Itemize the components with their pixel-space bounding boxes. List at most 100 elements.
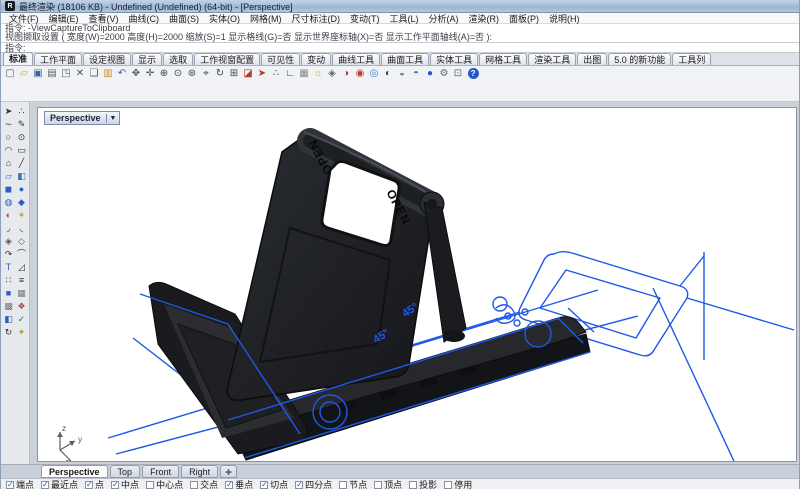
undo-icon[interactable]: ↶ bbox=[116, 67, 129, 80]
menu-item[interactable]: 网格(M) bbox=[245, 12, 287, 25]
group-icon[interactable]: ∷ bbox=[2, 273, 15, 286]
solid-tools-icon[interactable]: ◆ bbox=[15, 195, 28, 208]
osnap-toggle[interactable]: 中心点 bbox=[146, 478, 183, 489]
osnap-toggle[interactable]: 节点 bbox=[339, 478, 367, 489]
shaded-view-icon[interactable]: ◐ bbox=[382, 67, 395, 80]
delete-icon[interactable]: ✕ bbox=[74, 67, 87, 80]
menu-item[interactable]: 工具(L) bbox=[385, 12, 424, 25]
toolbar-tab[interactable]: 实体工具 bbox=[430, 53, 478, 65]
toolbar-tab[interactable]: 曲线工具 bbox=[332, 53, 380, 65]
polygon-icon[interactable]: ⌂ bbox=[2, 156, 15, 169]
select-icon[interactable]: ➤ bbox=[2, 104, 15, 117]
sphere-solid-icon[interactable]: ● bbox=[15, 182, 28, 195]
osnap-toggle[interactable]: 顶点 bbox=[374, 478, 402, 489]
surface-plane-icon[interactable]: ▱ bbox=[2, 169, 15, 182]
viewport-tab[interactable]: Top bbox=[110, 465, 141, 478]
box-edit-icon[interactable]: ◧ bbox=[2, 312, 15, 325]
rectangle-icon[interactable]: ▭ bbox=[15, 143, 28, 156]
checkbox[interactable] bbox=[295, 481, 303, 489]
checkbox[interactable] bbox=[85, 481, 93, 489]
xray-view-icon[interactable]: ◓ bbox=[410, 67, 423, 80]
save-icon[interactable]: ▣ bbox=[32, 67, 45, 80]
sphere-icon[interactable]: ● bbox=[424, 67, 437, 80]
viewport-tab[interactable]: Perspective bbox=[41, 465, 108, 478]
osnap-toggle[interactable]: 点 bbox=[85, 478, 104, 489]
fillet-icon[interactable]: ◞ bbox=[2, 221, 15, 234]
gumball-icon[interactable]: ❖ bbox=[15, 299, 28, 312]
popup-toolbar-icon[interactable]: ⊡ bbox=[452, 67, 465, 80]
award-icon[interactable]: ✦ bbox=[15, 325, 28, 338]
viewport-layout-icon[interactable]: ⊞ bbox=[228, 67, 241, 80]
viewport-title-chip[interactable]: Perspective ▼ bbox=[44, 111, 120, 125]
zoom-extents-icon[interactable]: ⊕ bbox=[158, 67, 171, 80]
render-preview-icon[interactable]: ◎ bbox=[368, 67, 381, 80]
array-icon[interactable]: ▦ bbox=[15, 286, 28, 299]
line-icon[interactable]: ╱ bbox=[15, 156, 28, 169]
boolean-union-icon[interactable]: ◐ bbox=[2, 208, 15, 221]
checkbox[interactable] bbox=[41, 481, 49, 489]
rotate-view-icon[interactable]: ↻ bbox=[214, 67, 227, 80]
chamfer-icon[interactable]: ◟ bbox=[15, 221, 28, 234]
menu-item[interactable]: 分析(A) bbox=[424, 12, 464, 25]
set-view-icon[interactable]: ➤ bbox=[256, 67, 269, 80]
osnap-toggle[interactable]: 垂点 bbox=[225, 478, 253, 489]
zoom-window-icon[interactable]: ⊙ bbox=[172, 67, 185, 80]
rotate-curve-icon[interactable]: ↷ bbox=[2, 247, 15, 260]
osnap-icon[interactable]: ∴ bbox=[270, 67, 283, 80]
hide-objects-icon[interactable]: ◇ bbox=[15, 234, 28, 247]
surface-sweep-icon[interactable]: ◧ bbox=[15, 169, 28, 182]
options-icon[interactable]: ⚙ bbox=[438, 67, 451, 80]
cplane-icon[interactable]: ◪ bbox=[242, 67, 255, 80]
text-object-icon[interactable]: T bbox=[2, 260, 15, 273]
chevron-down-icon[interactable]: ▼ bbox=[106, 114, 120, 123]
osnap-toggle[interactable]: 四分点 bbox=[295, 478, 332, 489]
checkbox[interactable] bbox=[409, 481, 417, 489]
toolbar-tab[interactable]: 渲染工具 bbox=[528, 53, 576, 65]
box-icon[interactable]: ◼ bbox=[2, 182, 15, 195]
move-icon[interactable]: ✛ bbox=[144, 67, 157, 80]
checkbox[interactable] bbox=[225, 481, 233, 489]
toolbar-tab[interactable]: 工作视窗配置 bbox=[194, 53, 260, 65]
checkbox[interactable] bbox=[444, 481, 452, 489]
pan-icon[interactable]: ✥ bbox=[130, 67, 143, 80]
circle-icon[interactable]: ○ bbox=[2, 130, 15, 143]
curve-icon[interactable]: ∼ bbox=[2, 117, 15, 130]
toolbar-tab[interactable]: 设定视图 bbox=[83, 53, 131, 65]
checkbox[interactable] bbox=[374, 481, 382, 489]
toolbar-tab[interactable]: 5.0 的新功能 bbox=[608, 53, 671, 65]
zoom-target-icon[interactable]: ⌖ bbox=[200, 67, 213, 80]
toolbar-tab[interactable]: 显示 bbox=[132, 53, 162, 65]
toolbar-tab[interactable]: 可见性 bbox=[261, 53, 300, 65]
checkbox[interactable] bbox=[190, 481, 198, 489]
ungroup-icon[interactable]: ≡ bbox=[15, 273, 28, 286]
toolbar-tab[interactable]: 网格工具 bbox=[479, 53, 527, 65]
toolbar-tab[interactable]: 工作平面 bbox=[34, 53, 82, 65]
osnap-toggle[interactable]: 端点 bbox=[6, 478, 34, 489]
lamp-icon[interactable]: ☼ bbox=[312, 67, 325, 80]
zoom-dynamic-icon[interactable]: ⊛ bbox=[186, 67, 199, 80]
control-point-curve-icon[interactable]: ✎ bbox=[15, 117, 28, 130]
point-icon[interactable]: ∴ bbox=[15, 104, 28, 117]
checkbox[interactable] bbox=[111, 481, 119, 489]
grid-tool-icon[interactable]: ▩ bbox=[2, 299, 15, 312]
menu-item[interactable]: 变动(T) bbox=[345, 12, 385, 25]
viewport-tab[interactable]: Front bbox=[142, 465, 179, 478]
grid-icon[interactable]: ▦ bbox=[298, 67, 311, 80]
scale-icon[interactable]: ◿ bbox=[15, 260, 28, 273]
osnap-toggle[interactable]: 交点 bbox=[190, 478, 218, 489]
rotate-tool-icon[interactable]: ↻ bbox=[2, 325, 15, 338]
toolbar-tab[interactable]: 选取 bbox=[163, 53, 193, 65]
toolbar-tab[interactable]: 出图 bbox=[577, 53, 607, 65]
new-file-icon[interactable]: ▢ bbox=[4, 67, 17, 80]
open-file-icon[interactable]: ▱ bbox=[18, 67, 31, 80]
menu-item[interactable]: 实体(O) bbox=[204, 12, 245, 25]
checkbox[interactable] bbox=[146, 481, 154, 489]
checkbox[interactable] bbox=[6, 481, 14, 489]
viewport-tab[interactable]: Right bbox=[181, 465, 218, 478]
toolbar-tab[interactable]: 标准 bbox=[3, 52, 33, 65]
osnap-toggle[interactable]: 切点 bbox=[260, 478, 288, 489]
lock-icon[interactable]: ◈ bbox=[326, 67, 339, 80]
blend-arc-icon[interactable]: ⌒ bbox=[15, 247, 28, 260]
export-icon[interactable]: ◳ bbox=[60, 67, 73, 80]
render-icon[interactable]: ◉ bbox=[354, 67, 367, 80]
